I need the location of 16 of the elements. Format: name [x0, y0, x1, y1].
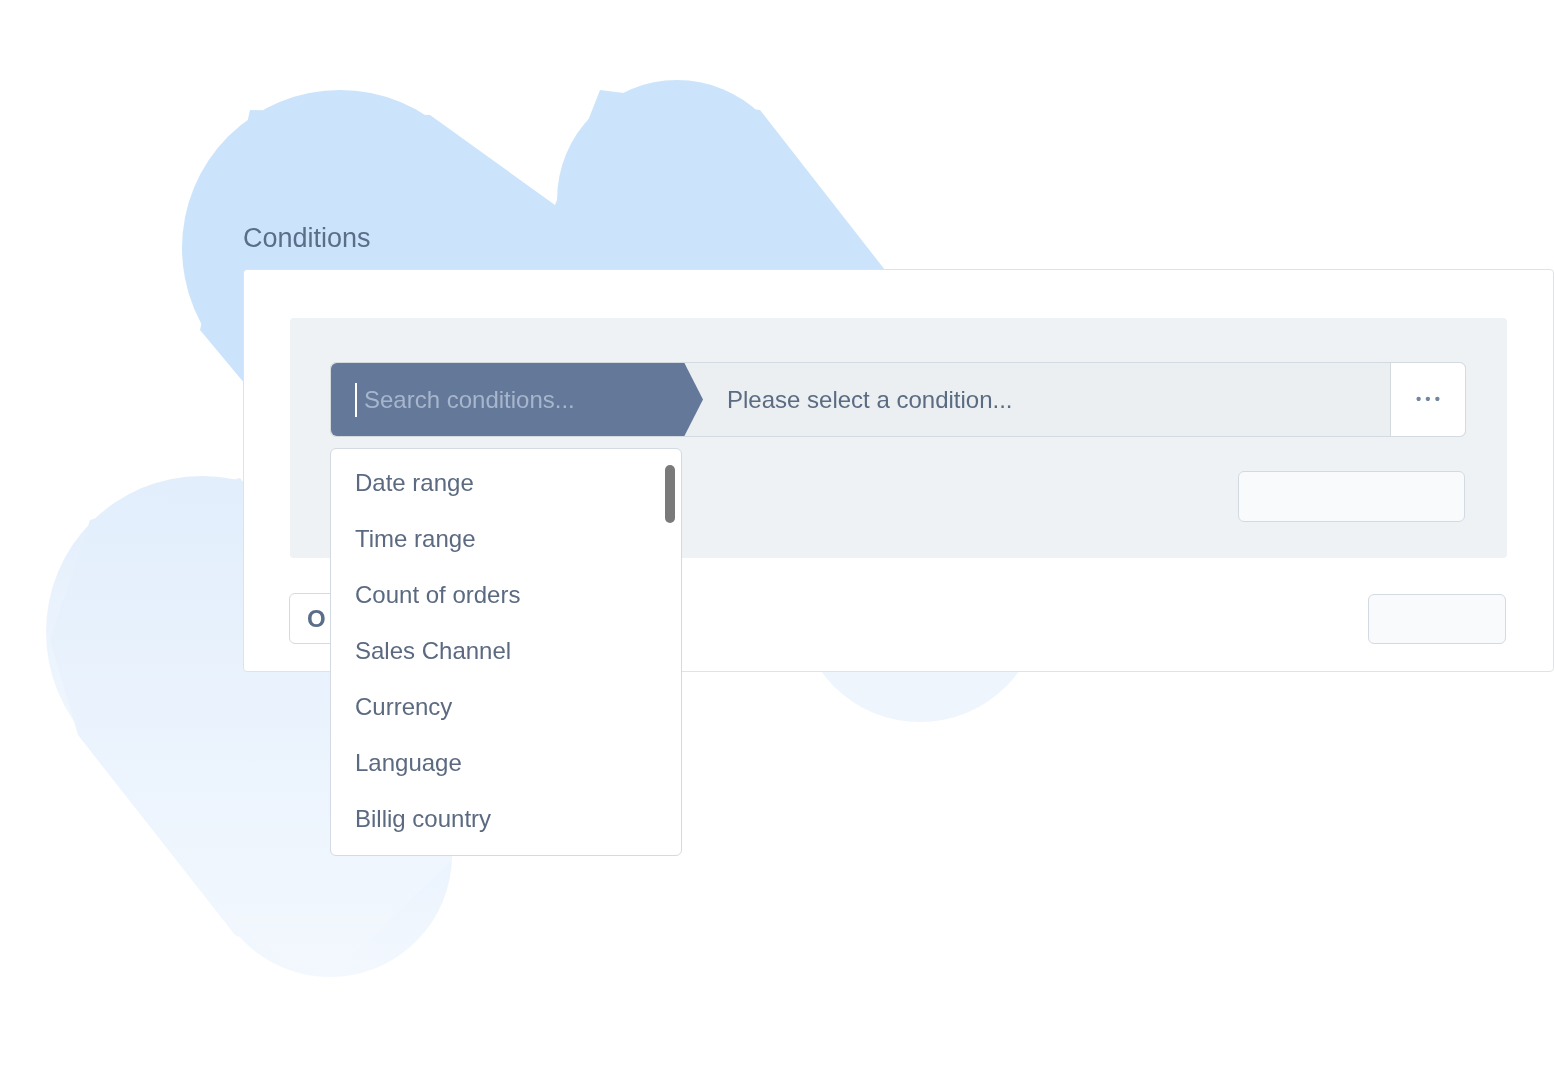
dropdown-item[interactable]: Language — [331, 735, 681, 791]
text-cursor — [355, 383, 357, 417]
search-field[interactable]: Search conditions... — [331, 363, 703, 436]
dropdown-item[interactable]: Date range — [331, 455, 681, 511]
dropdown-item[interactable]: Currency — [331, 679, 681, 735]
more-button[interactable]: • • • — [1390, 363, 1465, 436]
dropdown-item[interactable]: Count of orders — [331, 567, 681, 623]
value-field[interactable] — [1238, 471, 1465, 522]
scrollbar-thumb[interactable] — [665, 465, 675, 523]
dropdown-item[interactable]: Time range — [331, 511, 681, 567]
section-title: Conditions — [243, 222, 371, 254]
dropdown-item[interactable]: Sales Channel — [331, 623, 681, 679]
condition-field[interactable]: Search conditions... Please select a condition... • • • — [330, 362, 1466, 437]
dropdown-item[interactable]: Billig country — [331, 791, 681, 847]
condition-input[interactable]: Please select a condition... — [703, 363, 1390, 436]
add-button[interactable] — [1368, 594, 1506, 644]
